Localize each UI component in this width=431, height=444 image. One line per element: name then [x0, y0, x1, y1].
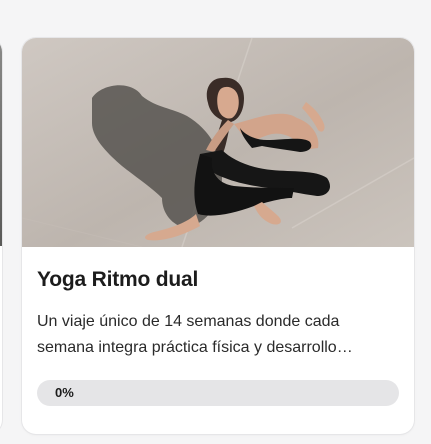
course-card[interactable]: Yoga Ritmo dual Un viaje único de 14 sem… — [22, 38, 414, 434]
previous-course-card[interactable] — [0, 38, 2, 434]
course-description: Un viaje único de 14 semanas donde cada … — [37, 313, 340, 356]
progress-bar: 0% — [37, 380, 399, 406]
previous-course-image — [0, 38, 2, 246]
course-title: Yoga Ritmo dual — [37, 268, 199, 291]
progress-label: 0% — [55, 385, 74, 400]
course-image — [22, 38, 414, 247]
